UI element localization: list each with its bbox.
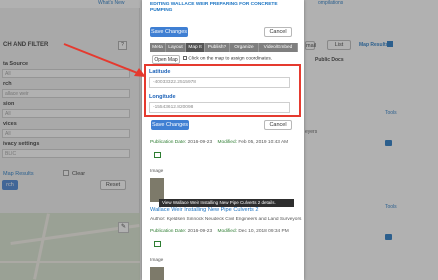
details-tooltip: View Wallace Weir Installing New Pipe Cu…: [159, 199, 294, 207]
map-hint-text: Click on the map to assign coordinates.: [183, 56, 272, 61]
tab-video-embed[interactable]: Video/Embed: [259, 43, 298, 52]
modal-title-continued: PUMPING: [150, 8, 173, 13]
tab-publish[interactable]: Publish?: [205, 43, 230, 52]
lock-icon: [154, 241, 161, 247]
image-label-2: Image: [150, 258, 164, 263]
tab-layout[interactable]: Layout: [166, 43, 186, 52]
document-thumbnail-2[interactable]: [150, 267, 164, 280]
tab-organize[interactable]: Organize: [230, 43, 259, 52]
modified-date-value: Dec 10, 2018 09:34 PM: [238, 229, 289, 234]
cancel-button[interactable]: Cancel: [264, 27, 292, 37]
image-label: Image: [150, 169, 164, 174]
lock-icon: [154, 152, 161, 158]
publication-date-row-2: Publication Date: 2016-09-23 Modified: D…: [150, 229, 289, 234]
arrow-shaft: [63, 43, 141, 75]
author-text: Author: Kjeldsen Sinnock Neudeck Civil E…: [150, 217, 302, 222]
edit-document-modal: EDITING WALLACE WEIR PREPARING FOR CONCR…: [142, 0, 304, 280]
checkbox-icon[interactable]: [183, 56, 187, 60]
modified-date-value: Feb 05, 2019 10:43 AM: [238, 140, 289, 145]
modified-label: Modified:: [217, 140, 237, 145]
cancel-button-bottom[interactable]: Cancel: [264, 120, 292, 130]
save-changes-button[interactable]: Save Changes: [150, 27, 188, 37]
modal-tabs: Meta Layout Map It Publish? Organize Vid…: [150, 43, 298, 52]
annotation-arrow: [63, 43, 146, 77]
publication-date-value: 2016-09-23: [187, 229, 213, 234]
save-changes-button-bottom[interactable]: Save Changes: [151, 120, 189, 130]
publication-date-value: 2016-09-23: [187, 140, 213, 145]
document-title-link[interactable]: Wallace Weir Installing New Pipe Culvert…: [150, 207, 300, 213]
tab-map-it[interactable]: Map It: [186, 43, 205, 52]
modified-label: Modified:: [217, 229, 237, 234]
publication-date-label: Publication Date:: [150, 140, 187, 145]
publication-date-row: Publication Date: 2016-09-23 Modified: F…: [150, 140, 288, 145]
map-hint-label: Click on the map to assign coordinates.: [188, 56, 273, 62]
annotation-highlight-box: [144, 64, 301, 117]
tab-meta[interactable]: Meta: [150, 43, 166, 52]
modal-title: EDITING WALLACE WEIR PREPARING FOR CONCR…: [150, 2, 278, 7]
open-map-button[interactable]: Open Map: [152, 55, 180, 64]
publication-date-label: Publication Date:: [150, 229, 187, 234]
